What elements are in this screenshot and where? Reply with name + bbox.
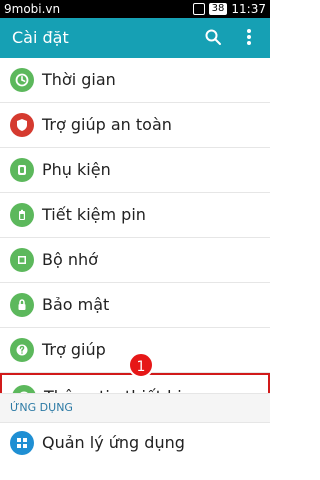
list-item-storage[interactable]: Bộ nhớ xyxy=(0,238,270,283)
status-right: 38 11:37 xyxy=(192,1,266,17)
shield-icon xyxy=(10,113,34,137)
status-bar: 9mobi.vn 38 11:37 xyxy=(0,0,270,18)
app-actions xyxy=(202,26,260,48)
help-icon xyxy=(10,338,34,362)
section-header: ỨNG DỤNG xyxy=(0,393,270,423)
battery-icon xyxy=(10,203,34,227)
list-item-accessories[interactable]: Phụ kiện xyxy=(0,148,270,193)
list-item-label: Tiết kiệm pin xyxy=(42,205,146,224)
battery-badge: 38 xyxy=(208,3,228,15)
lock-icon xyxy=(10,293,34,317)
list-item-label: Bảo mật xyxy=(42,295,110,314)
list-item-battery[interactable]: Tiết kiệm pin xyxy=(0,193,270,238)
list-item-label: Bộ nhớ xyxy=(42,250,98,269)
clock-icon xyxy=(10,68,34,92)
accessory-icon xyxy=(10,158,34,182)
app-bar: Cài đặt xyxy=(0,18,270,58)
list-item-label: Quản lý ứng dụng xyxy=(42,433,185,452)
list-item-label: Trợ giúp an toàn xyxy=(42,115,172,134)
page-title: Cài đặt xyxy=(12,28,69,47)
overflow-menu-icon[interactable] xyxy=(238,26,260,48)
list-item-safety[interactable]: Trợ giúp an toàn xyxy=(0,103,270,148)
section-title: ỨNG DỤNG xyxy=(10,401,73,414)
list-item-app-manager[interactable]: Quản lý ứng dụng xyxy=(0,421,270,465)
sim-icon xyxy=(192,3,205,15)
search-icon[interactable] xyxy=(202,26,224,48)
list-item-time[interactable]: Thời gian xyxy=(0,58,270,103)
callout-badge: 1 xyxy=(128,352,154,378)
list-item-security[interactable]: Bảo mật xyxy=(0,283,270,328)
list-item-label: Trợ giúp xyxy=(42,340,106,359)
apps-icon xyxy=(10,431,34,455)
list-item-label: Thời gian xyxy=(42,70,116,89)
list-item-label: Phụ kiện xyxy=(42,160,111,179)
status-time: 11:37 xyxy=(231,2,266,16)
status-left-text: 9mobi.vn xyxy=(4,2,61,16)
storage-icon xyxy=(10,248,34,272)
